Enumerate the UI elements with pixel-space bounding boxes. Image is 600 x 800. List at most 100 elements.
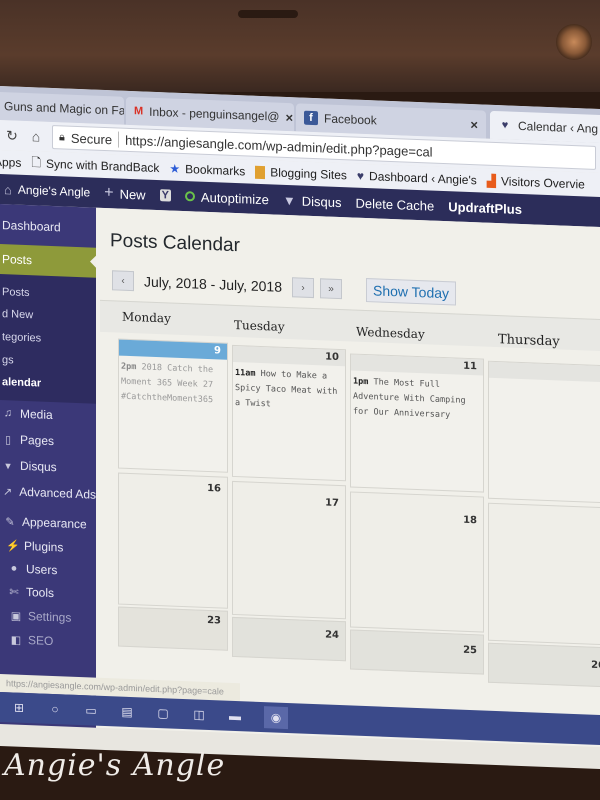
calendar-post[interactable]: 2pm 2018 Catch the Moment 365 Week 27 #C… [119,356,227,413]
sidebar-item-users[interactable]: ● Users [0,561,96,579]
sidebar-item-tools[interactable]: ✄ Tools [0,584,96,602]
main-content: Posts Calendar ‹ July, 2018 - July, 2018… [96,207,600,748]
day-header-monday: Monday [122,309,171,326]
heart-icon: ♥ [356,168,365,183]
bookmark-blogging-sites[interactable]: Blogging Sites [255,165,347,183]
folder-icon [255,165,266,179]
bookmark-apps[interactable]: Apps [0,155,21,170]
calendar-day-cell[interactable]: 24 [232,616,346,662]
next-month-button[interactable]: › [292,277,315,299]
updraftplus-label: UpdraftPlus [448,198,522,217]
day-header-wednesday: Wednesday [356,324,425,342]
prev-month-button[interactable]: ‹ [112,270,134,292]
home-icon[interactable]: ⌂ [28,128,44,145]
bezel-notch [238,10,298,18]
calculator-icon[interactable]: ▤ [120,705,134,720]
sidebar-item-appearance[interactable]: ✎ Appearance [0,514,96,532]
watermark: Angie's Angle [4,748,226,783]
day-number: 17 [325,497,339,510]
webcam-icon [556,24,592,60]
bookmark-label: Bookmarks [185,162,246,179]
sidebar-item-posts[interactable]: Posts [0,244,96,278]
sidebar-item-pages[interactable]: ▯ Pages [0,432,96,450]
calendar-day-cell[interactable]: 23 [118,606,228,651]
post-time: 2pm [121,361,137,373]
bookmark-label: Visitors Overvie [500,174,585,192]
calendar-day-cell[interactable]: 18 [350,491,484,633]
bookmark-visitors-overview[interactable]: ▟ Visitors Overvie [487,174,585,192]
sidebar-label: SEO [28,633,54,649]
admin-bar-updraftplus[interactable]: UpdraftPlus [448,199,522,217]
bookmark-label: Sync with BrandBack [46,156,160,176]
calendar-day-cell[interactable]: 11 1pm The Most Full Adventure With Camp… [350,353,484,493]
admin-bar-yoast[interactable]: Y [159,189,171,202]
screen: Guns and Magic on Facel × M Inbox - peng… [0,86,600,770]
calendar-day-cell[interactable]: 16 [118,472,228,609]
site-name: Angie's Angle [17,182,91,200]
calendar-day-cell[interactable]: 19 [488,502,600,646]
sidebar-label: Disqus [20,458,57,475]
windows-start-icon[interactable]: ⊞ [12,700,26,715]
admin-bar-disqus[interactable]: ▼ Disqus [283,192,342,209]
admin-bar-new[interactable]: + New [104,184,145,204]
cortana-icon[interactable]: ○ [48,702,62,717]
sidebar-item-media[interactable]: ♫ Media [0,406,96,424]
chrome-icon[interactable]: ◉ [264,706,288,730]
sidebar-item-plugins[interactable]: ⚡ Plugins [0,538,96,556]
app-icon[interactable]: ▢ [156,706,170,721]
post-title: The Most Full Adventure With Camping for… [353,377,466,421]
calendar-day-cell[interactable]: 9 2pm 2018 Catch the Moment 365 Week 27 … [118,338,228,473]
sidebar-item-seo[interactable]: ◧ SEO [0,632,96,650]
media-icon: ♫ [3,407,13,420]
bookmark-label: Blogging Sites [270,165,347,183]
facebook-icon: f [304,110,318,126]
sidebar-label: Dashboard [2,218,61,235]
brush-icon: ✎ [5,515,15,529]
bookmark-bookmarks[interactable]: ★ Bookmarks [169,162,245,179]
sidebar-item-advanced-ads[interactable]: ↗ Advanced Ads [0,484,96,502]
sidebar-label: gs [2,354,14,367]
close-icon[interactable]: × [470,117,478,132]
sidebar-item-disqus[interactable]: ▾ Disqus [0,458,96,476]
calendar-day-cell[interactable]: 25 [350,629,484,675]
sidebar-item-settings[interactable]: ▣ Settings [0,608,96,626]
sidebar-label: Tools [26,584,55,601]
lock-icon: 🔒︎ [59,130,65,143]
chart-icon: ↗ [3,485,13,498]
file-explorer-icon[interactable]: ▬ [228,709,242,724]
reload-icon[interactable]: ↻ [4,127,20,145]
lightroom-icon[interactable]: ◫ [192,707,206,722]
sidebar-label: Settings [28,609,72,625]
sidebar-item-dashboard[interactable]: Dashboard [0,218,96,236]
close-icon[interactable]: × [285,109,293,124]
calendar-post[interactable]: 1pm The Most Full Adventure With Camping… [351,370,483,428]
calendar-post[interactable]: 11am How to Make a Spicy Taco Meat with … [233,362,345,419]
status-circle-icon [184,191,195,202]
home-icon: ⌂ [4,181,12,197]
user-icon: ● [10,562,18,575]
tab-label: Guns and Magic on Facel [4,99,124,119]
admin-bar-site[interactable]: ⌂ Angie's Angle [4,182,90,200]
day-number: 23 [207,614,221,627]
post-time: 11am [235,368,256,379]
show-today-button[interactable]: Show Today [366,278,457,306]
fast-forward-button[interactable]: » [320,278,343,300]
new-label: New [119,186,146,203]
admin-bar-autoptimize[interactable]: Autoptimize [184,189,269,207]
bookmark-dashboard[interactable]: ♥ Dashboard ‹ Angie's [357,169,477,188]
task-view-icon[interactable]: ▭ [84,703,98,718]
day-header-tuesday: Tuesday [234,317,285,334]
analytics-icon: ▟ [486,173,496,189]
calendar-day-cell[interactable]: 26 [488,642,600,688]
calendar-day-cell[interactable]: 17 [232,480,346,620]
plugin-icon: ⚡ [6,539,20,553]
page-icon: 🗋 [31,154,42,170]
admin-bar-delete-cache[interactable]: Delete Cache [355,195,434,213]
bookmark-sync-brandback[interactable]: 🗋 Sync with BrandBack [31,153,159,179]
disqus-label: Disqus [301,193,342,210]
comment-icon: ▼ [282,192,296,208]
comment-icon: ▾ [5,459,11,472]
bookmark-label: Dashboard ‹ Angie's [369,169,477,188]
calendar-day-cell[interactable] [488,360,600,504]
calendar-day-cell[interactable]: 10 11am How to Make a Spicy Taco Meat wi… [232,344,346,482]
